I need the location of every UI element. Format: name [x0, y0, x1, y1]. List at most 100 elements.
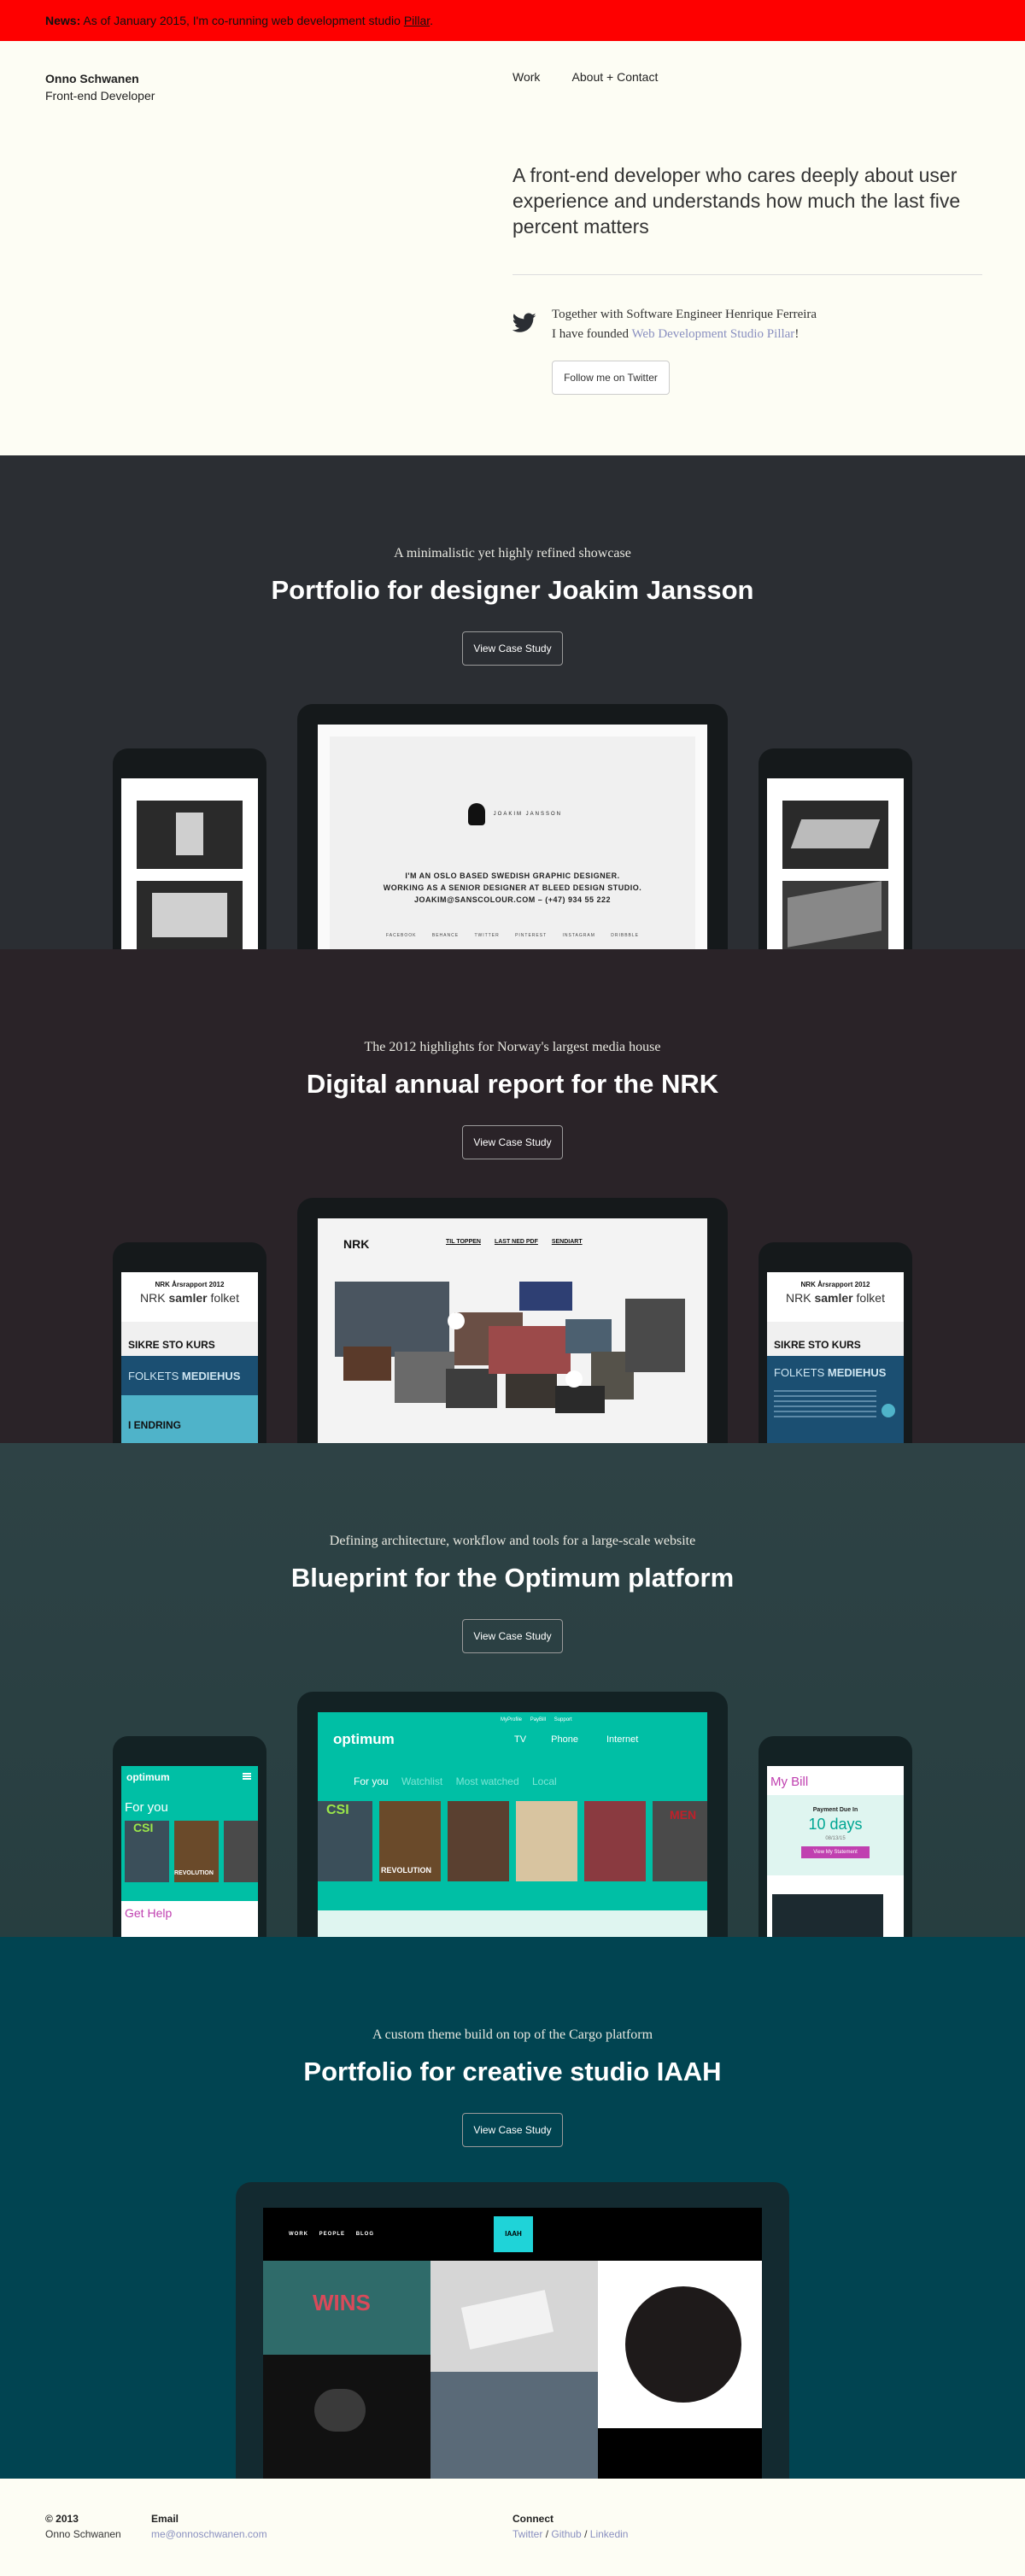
artwork-thumb [782, 801, 888, 869]
nav-work-link[interactable]: Work [512, 70, 540, 84]
follow-twitter-button[interactable]: Follow me on Twitter [552, 361, 670, 395]
utility-link[interactable]: Support [554, 1717, 572, 1722]
nrk-band: FOLKETS MEDIEHUS [121, 1356, 258, 1395]
pillar-studio-link[interactable]: Web Development Studio Pillar [631, 327, 794, 341]
tab-local[interactable]: Local [532, 1775, 557, 1787]
next-arrow-icon[interactable] [882, 1404, 895, 1417]
case-title: Portfolio for creative studio IAAH [303, 2057, 722, 2086]
phone-mockup-right: NRK Årsrapport 2012 NRK samler folket SI… [758, 1242, 912, 1443]
phone-mockup-left: optimum For you CSI REVOLUTION Get Help [113, 1736, 266, 1937]
case-title: Blueprint for the Optimum platform [290, 1563, 735, 1593]
github-link[interactable]: Github [551, 2528, 581, 2540]
case-iaah: A custom theme build on top of the Cargo… [0, 1937, 1025, 2479]
footer-copyright: © 2013 Onno Schwanen [45, 2513, 121, 2540]
brand-role: Front-end Developer [45, 89, 155, 103]
social-link[interactable]: TWITTER [474, 933, 499, 938]
poster-word: REVOLUTION [381, 1866, 432, 1875]
brand-name: Onno Schwanen [45, 72, 139, 85]
iaah-nav-link[interactable]: PEOPLE [319, 2232, 345, 2237]
tablet-mockup: JOAKIM JANSSON I'M AN OSLO BASED SWEDISH… [297, 704, 728, 949]
social-link[interactable]: FACEBOOK [386, 933, 417, 938]
linkedin-link[interactable]: Linkedin [590, 2528, 629, 2540]
topnav-link[interactable]: Internet [606, 1734, 638, 1745]
phone-mockup-left [113, 748, 266, 949]
social-link[interactable]: DRIBBBLE [611, 933, 639, 938]
topnav-link[interactable]: TV [514, 1734, 526, 1745]
poster-word: CSI [326, 1803, 349, 1817]
joakim-social-links: FACEBOOK BEHANCE TWITTER PINTEREST INSTA… [318, 933, 707, 938]
view-case-study-button[interactable]: View Case Study [462, 1619, 563, 1653]
artwork-thumb [782, 881, 888, 949]
play-icon[interactable] [565, 1370, 583, 1388]
iaah-nav-link[interactable]: WORK [289, 2232, 308, 2237]
optimum-logo: optimum [333, 1731, 395, 1747]
case-optimum: Defining architecture, workflow and tool… [0, 1443, 1025, 1937]
iaah-nav-link[interactable]: BLOG [356, 2232, 374, 2237]
nrk-nav-link[interactable]: LAST NED PDF [495, 1239, 538, 1245]
tablet-mockup: NRK TIL TOPPEN LAST NED PDF SENDIART [297, 1198, 728, 1443]
tab-most-watched[interactable]: Most watched [456, 1775, 519, 1787]
poster-word: MEN [670, 1808, 697, 1822]
nrk-band: SIKRE STO KURS [767, 1322, 904, 1356]
main-nav: Work About + Contact [512, 70, 687, 84]
news-text: News: As of January 2015, I'm co-running… [45, 14, 434, 27]
tile-word: WINS [313, 2290, 371, 2315]
tab-watchlist[interactable]: Watchlist [401, 1775, 442, 1787]
nrk-band: FOLKETS MEDIEHUS [767, 1356, 904, 1443]
email-link[interactable]: me@onnoschwanen.com [151, 2526, 267, 2542]
intro-statement: A front-end developer who cares deeply a… [512, 164, 961, 238]
case-subtitle: The 2012 highlights for Norway's largest… [364, 1040, 661, 1054]
laptop-mockup: WORK PEOPLE BLOG IAAH WINS [236, 2182, 789, 2479]
case-title: Digital annual report for the NRK [306, 1069, 719, 1099]
nrk-nav-link[interactable]: SENDIART [552, 1239, 583, 1245]
case-nrk: The 2012 highlights for Norway's largest… [0, 949, 1025, 1443]
case-subtitle: A minimalistic yet highly refined showca… [394, 546, 631, 560]
case-title: Portfolio for designer Joakim Jansson [271, 575, 754, 605]
view-statement-button[interactable]: View My Statement [801, 1846, 870, 1858]
news-label: News: [45, 14, 81, 27]
news-bar: News: As of January 2015, I'm co-running… [0, 0, 1025, 41]
twitter-bird-icon [512, 313, 536, 332]
optimum-tabs: For you Watchlist Most watched Local [354, 1775, 557, 1787]
divider [512, 274, 982, 275]
news-pillar-link[interactable]: Pillar [404, 14, 430, 27]
artwork-thumb [137, 881, 243, 949]
joakim-bio: I'M AN OSLO BASED SWEDISH GRAPHIC DESIGN… [383, 871, 642, 904]
play-icon[interactable] [448, 1312, 465, 1329]
case-subtitle: Defining architecture, workflow and tool… [329, 1534, 696, 1548]
poster-word: CSI [133, 1821, 154, 1834]
twitter-blurb: Together with Software Engineer Henrique… [552, 308, 817, 341]
social-link[interactable]: PINTEREST [515, 933, 547, 938]
utility-link[interactable]: PayBill [530, 1717, 546, 1722]
optimum-topnav: TV Phone Internet [514, 1734, 638, 1745]
view-case-study-button[interactable]: View Case Study [462, 2113, 563, 2147]
view-case-study-button[interactable]: View Case Study [462, 1125, 563, 1159]
topnav-link[interactable]: Phone [551, 1734, 578, 1745]
nav-about-link[interactable]: About + Contact [572, 70, 659, 84]
menu-icon[interactable] [243, 1773, 251, 1775]
iaah-nav: WORK PEOPLE BLOG [289, 2232, 374, 2237]
tablet-mockup: MyProfile PayBill Support optimum TV Pho… [297, 1692, 728, 1937]
optimum-logo: optimum [126, 1771, 170, 1783]
phone-mockup-right: My Bill Payment Due In 10 days 08/13/15 … [758, 1736, 912, 1937]
artwork-thumb [137, 801, 243, 869]
header: Onno Schwanen Front-end Developer Work A… [0, 41, 1025, 455]
utility-link[interactable]: MyProfile [501, 1717, 522, 1722]
iaah-logo: IAAH [494, 2216, 533, 2252]
tab-for-you[interactable]: For you [354, 1775, 389, 1787]
news-message: As of January 2015, I'm co-running web d… [83, 14, 401, 27]
case-subtitle: A custom theme build on top of the Cargo… [372, 2027, 653, 2042]
social-link[interactable]: INSTAGRAM [563, 933, 595, 938]
view-case-study-button[interactable]: View Case Study [462, 631, 563, 666]
nrk-logo: NRK [343, 1237, 370, 1251]
nrk-nav-link[interactable]: TIL TOPPEN [446, 1239, 481, 1245]
utility-nav: MyProfile PayBill Support [501, 1717, 572, 1722]
nrk-band: SIKRE STO KURS [121, 1322, 258, 1356]
footer-email: Email me@onnoschwanen.com [151, 2513, 267, 2542]
twitter-link[interactable]: Twitter [512, 2528, 542, 2540]
iaah-emblem [625, 2286, 741, 2403]
joakim-logo: JOAKIM JANSSON [318, 803, 707, 825]
brand[interactable]: Onno Schwanen Front-end Developer [45, 70, 155, 104]
social-link[interactable]: BEHANCE [432, 933, 459, 938]
nrk-band: I ENDRING [121, 1395, 258, 1443]
